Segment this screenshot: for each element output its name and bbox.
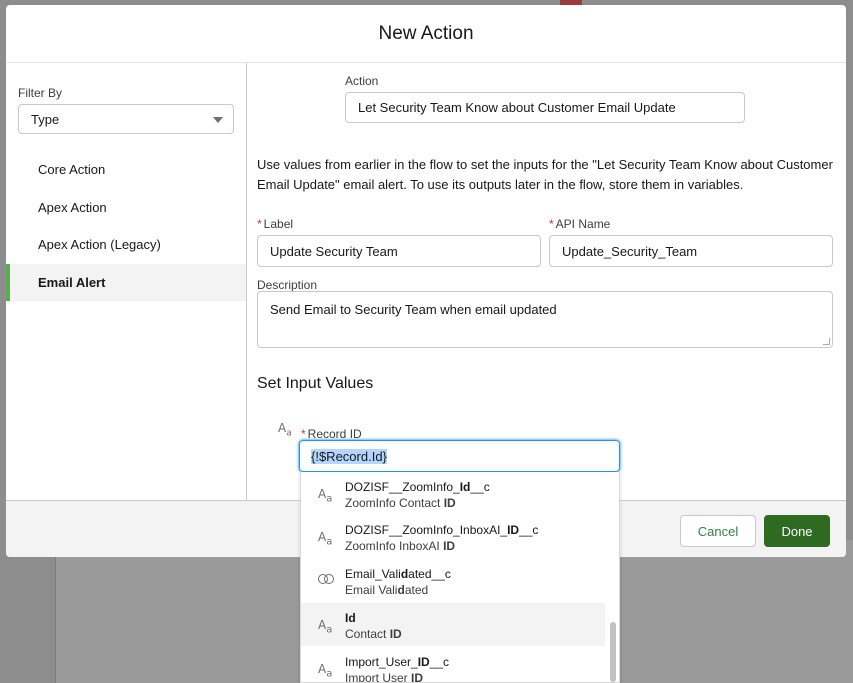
text-type-icon: Aa xyxy=(318,662,333,680)
record-id-input-value: {!$Record.Id} xyxy=(311,448,387,464)
api-name-field-label-text: API Name xyxy=(555,217,611,231)
modal-body: Filter By Type Core Action Apex Action A… xyxy=(6,63,846,500)
api-name-input[interactable]: Update_Security_Team xyxy=(549,235,833,267)
required-indicator: * xyxy=(257,217,262,231)
list-item[interactable]: Aa Import_User_ID__c Import User ID xyxy=(301,647,605,683)
api-name-field-label: * API Name xyxy=(549,217,610,231)
list-item-api-name: DOZISF__ZoomInfo_Id__c xyxy=(345,480,490,494)
required-indicator: * xyxy=(301,427,306,441)
sidebar-item-core-action[interactable]: Core Action xyxy=(6,151,246,188)
label-input[interactable]: Update Security Team xyxy=(257,235,541,267)
modal-header: New Action xyxy=(6,5,846,63)
text-type-icon: Aa xyxy=(318,530,333,548)
list-item-api-name: DOZISF__ZoomInfo_InboxAI_ID__c xyxy=(345,523,539,537)
text-type-icon: Aa xyxy=(278,421,292,439)
checkbox-type-icon xyxy=(318,574,334,584)
record-id-input[interactable]: {!$Record.Id} xyxy=(299,440,620,472)
action-field-value: Let Security Team Know about Customer Em… xyxy=(358,100,676,115)
sidebar-item-apex-action-legacy[interactable]: Apex Action (Legacy) xyxy=(6,226,246,263)
modal-title: New Action xyxy=(378,22,474,44)
sidebar-item-email-alert[interactable]: Email Alert xyxy=(6,264,246,301)
list-item[interactable]: Aa Id Contact ID xyxy=(301,603,605,646)
description-value: Send Email to Security Team when email u… xyxy=(270,302,557,317)
action-field[interactable]: Let Security Team Know about Customer Em… xyxy=(345,92,745,123)
sidebar-item-apex-action[interactable]: Apex Action xyxy=(6,189,246,226)
dropdown-scrollbar[interactable] xyxy=(610,622,616,682)
list-item-label: ZoomInfo InboxAI ID xyxy=(345,539,456,553)
list-item-api-name: Import_User_ID__c xyxy=(345,655,450,669)
record-id-suggestions-dropdown[interactable]: Aa DOZISF__ZoomInfo_Id__c ZoomInfo Conta… xyxy=(300,472,620,683)
text-type-icon: Aa xyxy=(318,618,333,636)
required-indicator: * xyxy=(549,217,554,231)
filter-sidebar: Filter By Type Core Action Apex Action A… xyxy=(6,63,247,500)
description-textarea[interactable]: Send Email to Security Team when email u… xyxy=(257,291,833,348)
filter-select-value: Type xyxy=(31,111,60,127)
action-field-label: Action xyxy=(345,74,379,88)
sidebar-item-label: Email Alert xyxy=(38,275,106,290)
list-item-api-name: Id xyxy=(345,611,356,625)
api-name-input-value: Update_Security_Team xyxy=(562,243,698,259)
sidebar-item-label: Core Action xyxy=(38,162,106,177)
list-item-api-name: Email_Validated__c xyxy=(345,567,451,581)
done-button[interactable]: Done xyxy=(764,515,830,547)
list-item[interactable]: Aa DOZISF__ZoomInfo_Id__c ZoomInfo Conta… xyxy=(301,472,605,515)
list-item-label: ZoomInfo Contact ID xyxy=(345,496,456,510)
label-input-value: Update Security Team xyxy=(270,243,398,259)
text-type-icon: Aa xyxy=(318,487,333,505)
label-field-label-text: Label xyxy=(263,217,294,231)
resize-handle-icon[interactable] xyxy=(823,338,830,345)
cancel-button[interactable]: Cancel xyxy=(680,515,756,547)
list-item-label: Email Validated xyxy=(345,583,429,597)
sidebar-item-label: Apex Action xyxy=(38,200,107,215)
filter-type-select[interactable]: Type xyxy=(18,104,234,134)
help-text: Use values from earlier in the flow to s… xyxy=(257,157,833,192)
record-id-field-label: * Record ID xyxy=(301,427,362,441)
sidebar-item-label: Apex Action (Legacy) xyxy=(38,237,161,252)
description-field-label: Description xyxy=(257,278,318,292)
list-item[interactable]: Aa DOZISF__ZoomInfo_InboxAI_ID__c ZoomIn… xyxy=(301,515,605,558)
filter-by-label: Filter By xyxy=(18,86,63,100)
set-input-values-heading: Set Input Values xyxy=(257,375,374,392)
action-form: Action Let Security Team Know about Cust… xyxy=(247,63,846,500)
label-field-label: * Label xyxy=(257,217,293,231)
record-id-field-label-text: Record ID xyxy=(307,427,362,441)
list-item-label: Contact ID xyxy=(345,627,402,641)
list-item-label: Import User ID xyxy=(345,671,424,683)
chevron-down-icon xyxy=(213,117,223,123)
list-item[interactable]: Email_Validated__c Email Validated xyxy=(301,559,605,602)
